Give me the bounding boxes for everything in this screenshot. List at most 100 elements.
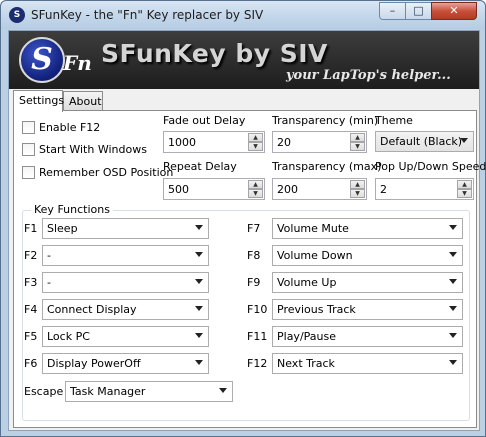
app-window: S SFunKey - the "Fn" Key replacer by SIV… xyxy=(0,0,486,437)
f5-dropdown[interactable]: Lock PC xyxy=(42,326,209,347)
transparency-min-spinner[interactable]: 20 ▲ ▼ xyxy=(272,131,367,153)
spinner-arrows[interactable]: ▲ ▼ xyxy=(457,180,472,198)
f11-label: F11 xyxy=(247,330,268,343)
maximize-button[interactable]: □ xyxy=(405,2,432,20)
spin-up-icon[interactable]: ▲ xyxy=(350,133,365,142)
spin-down-icon[interactable]: ▼ xyxy=(350,189,365,198)
client-area: S Fn SFunKey by SIV your LapTop's helper… xyxy=(8,30,486,431)
f10-value: Previous Track xyxy=(277,303,356,316)
checkbox-label: Remember OSD Position xyxy=(39,166,174,179)
f12-dropdown[interactable]: Next Track xyxy=(272,353,463,374)
banner: S Fn SFunKey by SIV your LapTop's helper… xyxy=(9,31,479,89)
spin-up-icon[interactable]: ▲ xyxy=(248,180,263,189)
spin-up-icon[interactable]: ▲ xyxy=(248,133,263,142)
popup-speed-label: Pop Up/Down Speed xyxy=(375,160,486,173)
banner-title: SFunKey by SIV xyxy=(101,39,328,68)
f6-label: F6 xyxy=(24,357,38,370)
spinner-arrows[interactable]: ▲ ▼ xyxy=(248,180,263,198)
f1-value: Sleep xyxy=(47,222,78,235)
f3-dropdown[interactable]: - xyxy=(42,272,209,293)
chevron-down-icon[interactable] xyxy=(449,333,457,338)
close-button[interactable]: ✕ xyxy=(431,2,477,20)
f10-label: F10 xyxy=(247,303,268,316)
chevron-down-icon[interactable] xyxy=(460,138,468,143)
fade-out-delay-spinner[interactable]: 1000 ▲ ▼ xyxy=(163,131,265,153)
f9-dropdown[interactable]: Volume Up xyxy=(272,272,463,293)
checkbox-box[interactable] xyxy=(22,143,35,156)
transparency-min-label: Transparency (min) xyxy=(272,114,379,127)
transparency-max-value[interactable]: 200 xyxy=(277,183,298,196)
transparency-min-value[interactable]: 20 xyxy=(277,136,291,149)
f10-dropdown[interactable]: Previous Track xyxy=(272,299,463,320)
tab-settings[interactable]: Settings xyxy=(13,90,64,112)
spinner-arrows[interactable]: ▲ ▼ xyxy=(248,133,263,151)
spinner-arrows[interactable]: ▲ ▼ xyxy=(350,180,365,198)
chevron-down-icon[interactable] xyxy=(449,225,457,230)
f4-dropdown[interactable]: Connect Display xyxy=(42,299,209,320)
f12-value: Next Track xyxy=(277,357,335,370)
escape-dropdown[interactable]: Task Manager xyxy=(65,381,233,402)
spin-up-icon[interactable]: ▲ xyxy=(350,180,365,189)
remember-osd-position-checkbox[interactable]: Remember OSD Position xyxy=(22,166,173,182)
f7-label: F7 xyxy=(247,222,261,235)
spin-down-icon[interactable]: ▼ xyxy=(248,142,263,151)
chevron-down-icon[interactable] xyxy=(449,279,457,284)
chevron-down-icon[interactable] xyxy=(219,388,227,393)
f1-dropdown[interactable]: Sleep xyxy=(42,218,209,239)
f11-value: Play/Pause xyxy=(277,330,336,343)
spin-up-icon[interactable]: ▲ xyxy=(457,180,472,189)
f7-dropdown[interactable]: Volume Mute xyxy=(272,218,463,239)
f2-value: - xyxy=(47,249,51,262)
checkbox-box[interactable] xyxy=(22,166,35,179)
fade-out-delay-value[interactable]: 1000 xyxy=(168,136,196,149)
logo-fn-text: Fn xyxy=(63,51,92,75)
title-bar[interactable]: S SFunKey - the "Fn" Key replacer by SIV… xyxy=(1,1,485,29)
chevron-down-icon[interactable] xyxy=(195,279,203,284)
banner-subtitle: your LapTop's helper... xyxy=(286,68,451,83)
repeat-delay-label: Repeat Delay xyxy=(163,160,237,173)
chevron-down-icon[interactable] xyxy=(449,360,457,365)
app-icon: S xyxy=(9,7,25,23)
checkbox-box[interactable] xyxy=(22,121,35,134)
repeat-delay-spinner[interactable]: 500 ▲ ▼ xyxy=(163,178,265,200)
f3-value: - xyxy=(47,276,51,289)
chevron-down-icon[interactable] xyxy=(195,333,203,338)
chevron-down-icon[interactable] xyxy=(195,306,203,311)
spin-down-icon[interactable]: ▼ xyxy=(350,142,365,151)
repeat-delay-value[interactable]: 500 xyxy=(168,183,189,196)
theme-dropdown[interactable]: Default (Black) xyxy=(375,131,474,152)
settings-panel: Enable F12 Start With Windows Remember O… xyxy=(13,110,486,428)
minimize-button[interactable]: – xyxy=(379,2,406,20)
checkbox-label: Enable F12 xyxy=(39,121,101,134)
f5-label: F5 xyxy=(24,330,38,343)
f4-label: F4 xyxy=(24,303,38,316)
chevron-down-icon[interactable] xyxy=(195,225,203,230)
chevron-down-icon[interactable] xyxy=(449,252,457,257)
spin-down-icon[interactable]: ▼ xyxy=(248,189,263,198)
spin-down-icon[interactable]: ▼ xyxy=(457,189,472,198)
f3-label: F3 xyxy=(24,276,38,289)
popup-speed-value[interactable]: 2 xyxy=(380,183,387,196)
sfunkey-logo-icon: S xyxy=(19,37,65,83)
f6-dropdown[interactable]: Display PowerOff xyxy=(42,353,209,374)
popup-speed-spinner[interactable]: 2 ▲ ▼ xyxy=(375,178,474,200)
chevron-down-icon[interactable] xyxy=(195,360,203,365)
checkbox-label: Start With Windows xyxy=(39,143,147,156)
chevron-down-icon[interactable] xyxy=(449,306,457,311)
escape-value: Task Manager xyxy=(70,385,146,398)
spinner-arrows[interactable]: ▲ ▼ xyxy=(350,133,365,151)
f2-dropdown[interactable]: - xyxy=(42,245,209,266)
f8-dropdown[interactable]: Volume Down xyxy=(272,245,463,266)
f12-label: F12 xyxy=(247,357,268,370)
f5-value: Lock PC xyxy=(47,330,90,343)
f8-value: Volume Down xyxy=(277,249,353,262)
f7-value: Volume Mute xyxy=(277,222,349,235)
start-with-windows-checkbox[interactable]: Start With Windows xyxy=(22,143,147,159)
transparency-max-spinner[interactable]: 200 ▲ ▼ xyxy=(272,178,367,200)
f6-value: Display PowerOff xyxy=(47,357,141,370)
f11-dropdown[interactable]: Play/Pause xyxy=(272,326,463,347)
window-title: SFunKey - the "Fn" Key replacer by SIV xyxy=(31,8,264,22)
chevron-down-icon[interactable] xyxy=(195,252,203,257)
enable-f12-checkbox[interactable]: Enable F12 xyxy=(22,121,100,137)
tab-about[interactable]: About xyxy=(63,91,103,111)
